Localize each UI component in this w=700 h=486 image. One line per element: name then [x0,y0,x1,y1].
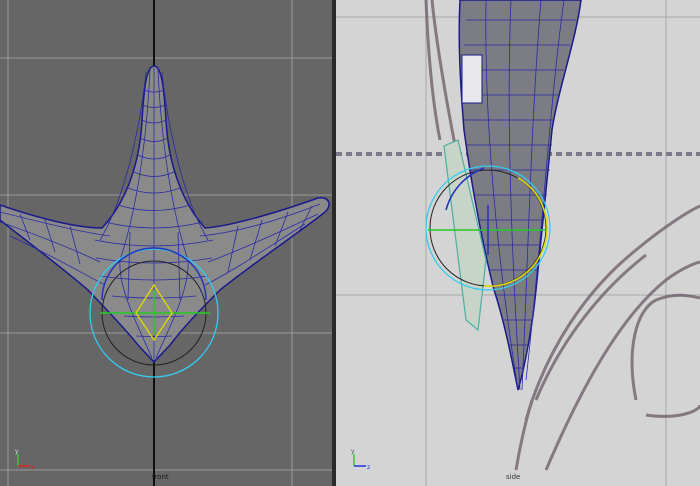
front-scene[interactable] [0,0,332,486]
side-axis-z-label: z [367,464,370,470]
side-scene[interactable] [336,0,700,486]
front-axis-x-label: x [31,464,35,470]
side-axis-indicator: y z [350,448,374,470]
side-axis-y-label: y [351,448,355,455]
front-axis-indicator: y x [14,448,38,470]
front-viewport[interactable]: y x front [0,0,332,486]
side-viewport[interactable]: y z side [336,0,700,486]
side-viewport-label: side [506,473,521,481]
front-mesh[interactable] [0,65,330,364]
front-axis-y-label: y [15,448,19,455]
front-viewport-label: front [152,473,169,481]
side-mesh[interactable] [443,0,582,391]
